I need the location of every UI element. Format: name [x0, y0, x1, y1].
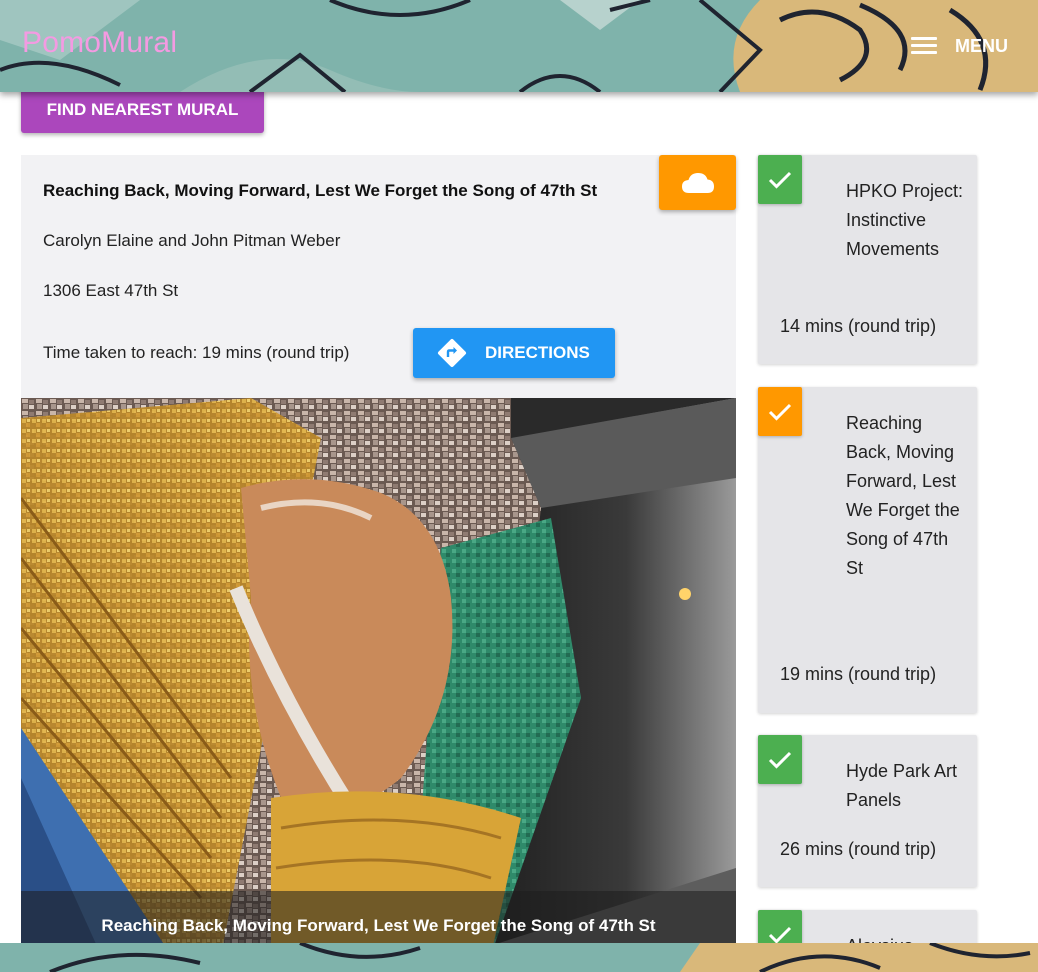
find-nearest-mural-button[interactable]: FIND NEAREST MURAL: [21, 86, 264, 133]
check-icon: [768, 751, 792, 769]
find-nearest-label: FIND NEAREST MURAL: [46, 99, 239, 119]
menu-label: MENU: [955, 35, 1008, 56]
selected-mural-artist: Carolyn Elaine and John Pitman Weber: [43, 231, 341, 250]
selected-mural-travel-time: Time taken to reach: 19 mins (round trip…: [43, 343, 350, 362]
selected-mural-card: Reaching Back, Moving Forward, Lest We F…: [21, 155, 736, 955]
save-offline-button[interactable]: [659, 155, 736, 210]
check-button[interactable]: [758, 735, 802, 784]
mural-list-title: Reaching Back, Moving Forward, Lest We F…: [846, 413, 960, 578]
cloud-icon: [681, 172, 714, 193]
mural-list-item[interactable]: Hyde Park Art Panels 26 mins (round trip…: [758, 735, 977, 887]
selected-mural-address: 1306 East 47th St: [43, 281, 179, 300]
app-footer: [0, 943, 1038, 972]
hamburger-icon: [911, 37, 937, 55]
check-button[interactable]: [758, 387, 802, 436]
directions-icon: [437, 338, 467, 368]
check-button[interactable]: [758, 155, 802, 204]
app-header: PomoMural MENU: [0, 0, 1038, 92]
mural-list-time: 14 mins (round trip): [780, 316, 937, 336]
app-brand-logo[interactable]: PomoMural: [22, 26, 177, 60]
check-icon: [768, 171, 792, 189]
menu-button[interactable]: MENU: [911, 30, 1008, 62]
check-icon: [768, 403, 792, 421]
check-icon: [768, 926, 792, 944]
mural-list-time: 26 mins (round trip): [780, 839, 937, 859]
mural-list-time: 19 mins (round trip): [780, 664, 937, 684]
directions-label: DIRECTIONS: [485, 343, 590, 362]
footer-background-mural: [0, 943, 1038, 972]
mural-image: [21, 398, 736, 955]
mural-list-title: HPKO Project: Instinctive Movements: [846, 181, 964, 259]
selected-mural-title: Reaching Back, Moving Forward, Lest We F…: [43, 181, 598, 200]
mural-list-item[interactable]: Reaching Back, Moving Forward, Lest We F…: [758, 387, 977, 713]
directions-button[interactable]: DIRECTIONS: [413, 328, 615, 378]
mural-list-title: Hyde Park Art Panels: [846, 761, 958, 810]
mural-photo: Reaching Back, Moving Forward, Lest We F…: [21, 398, 736, 955]
mural-list-item[interactable]: HPKO Project: Instinctive Movements 14 m…: [758, 155, 977, 364]
